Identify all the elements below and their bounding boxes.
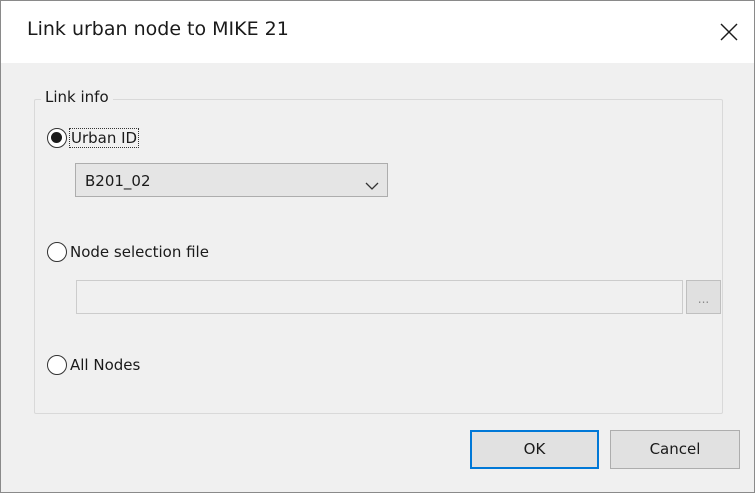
- urban-id-dropdown[interactable]: B201_02: [75, 163, 388, 197]
- browse-button[interactable]: ...: [686, 280, 721, 314]
- radio-all-nodes-button[interactable]: [47, 355, 67, 375]
- link-info-label: Link info: [41, 88, 113, 106]
- ok-button[interactable]: OK: [470, 430, 599, 469]
- radio-urban-id[interactable]: Urban ID: [47, 128, 140, 148]
- node-selection-file-input[interactable]: [76, 280, 683, 314]
- radio-node-selection-file-button[interactable]: [47, 242, 67, 262]
- urban-id-selected-value: B201_02: [85, 172, 151, 190]
- close-button[interactable]: [714, 17, 744, 47]
- title-bar: Link urban node to MIKE 21: [1, 1, 754, 63]
- radio-urban-id-label: Urban ID: [68, 128, 140, 148]
- radio-all-nodes[interactable]: All Nodes: [47, 355, 140, 375]
- radio-all-nodes-label: All Nodes: [70, 356, 141, 374]
- cancel-button[interactable]: Cancel: [610, 430, 740, 469]
- chevron-down-icon: [365, 176, 379, 195]
- radio-node-selection-file-label: Node selection file: [70, 243, 209, 261]
- close-icon: [720, 23, 738, 41]
- dialog-title: Link urban node to MIKE 21: [27, 18, 289, 40]
- radio-node-selection-file[interactable]: Node selection file: [47, 242, 209, 262]
- radio-urban-id-button[interactable]: [47, 128, 67, 148]
- link-urban-node-dialog: Link urban node to MIKE 21 Link info Urb…: [0, 0, 755, 493]
